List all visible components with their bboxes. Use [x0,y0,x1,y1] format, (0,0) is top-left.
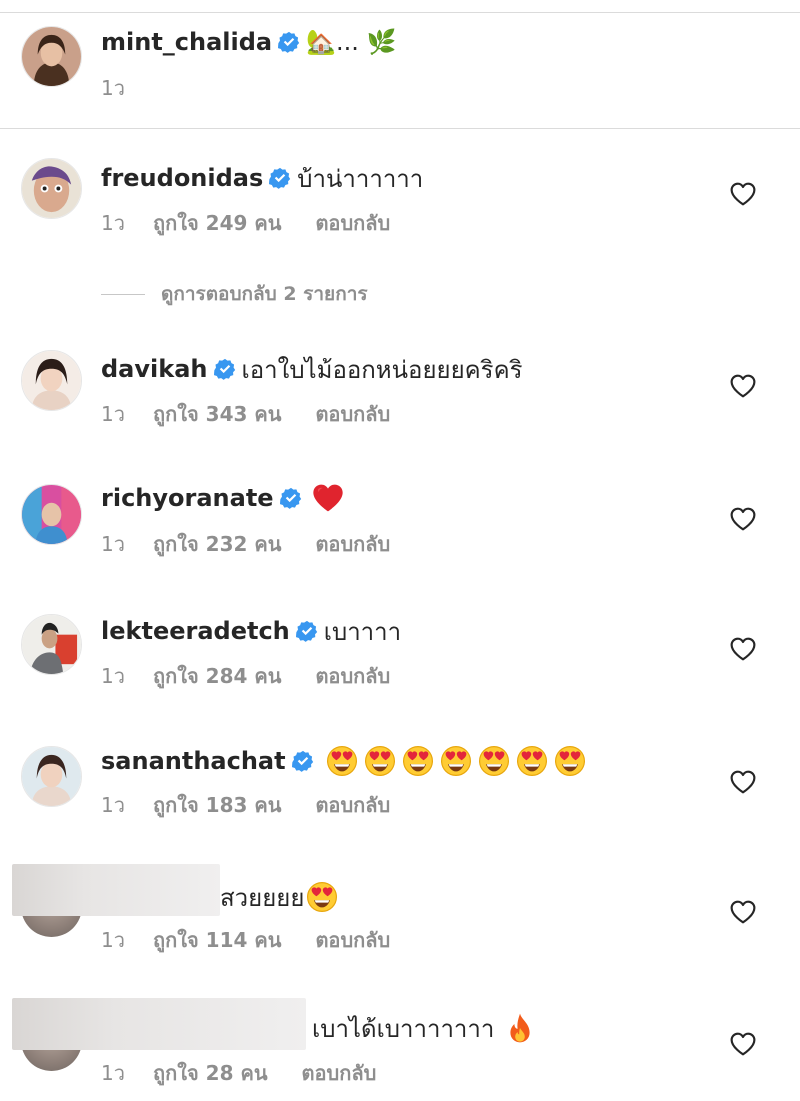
caption-meta: 1ว [101,74,153,102]
heart-outline-icon[interactable] [730,507,756,531]
comment-meta: 1ว ถูกใจ 183 คน ตอบกลับ [101,791,390,819]
blurred-username [12,864,220,916]
caption-time: 1ว [101,76,125,100]
avatar-lekteeradetch[interactable] [21,614,82,675]
comment-text: บ้าน่าาาาาา [297,164,424,193]
heart-eyes-emoji-icon [402,745,434,777]
heart-eyes-emoji-icon [306,881,338,913]
reply-button[interactable]: ตอบกลับ [315,528,390,560]
verified-badge-icon [296,620,318,642]
comment-line: richyoranate [101,478,344,518]
view-replies-button[interactable]: ดูการตอบกลับ 2 รายการ [101,282,368,306]
comment-time: 1ว [101,402,125,426]
reply-button[interactable]: ตอบกลับ [315,789,390,821]
heart-eyes-emoji-icon [440,745,472,777]
comment-meta: 1ว ถูกใจ 232 คน ตอบกลับ [101,530,390,558]
caption-line: mint_chalida 🏡... 🌿 [101,22,396,62]
comment-line: สวยยยย [220,877,338,917]
comment-line: freudonidas บ้าน่าาาาาา [101,158,423,198]
fire-icon [506,1012,534,1044]
verified-badge-icon [214,358,236,380]
avatar-mint-chalida[interactable] [21,26,82,87]
verified-badge-icon [280,487,302,509]
comment-likes[interactable]: ถูกใจ 183 คน [153,789,281,821]
heart-outline-icon[interactable] [730,637,756,661]
comment-text: สวยยยย [220,883,305,912]
heart-eyes-emoji-icon [554,745,586,777]
caption-divider [0,128,800,129]
heart-eyes-emoji-icon [326,745,358,777]
comment-likes[interactable]: ถูกใจ 114 คน [153,924,281,956]
heart-eyes-emoji-icon [478,745,510,777]
verified-badge-icon [278,31,300,53]
comment-line: sananthachat [101,741,586,781]
comment-meta: 1ว ถูกใจ 114 คน ตอบกลับ [101,926,390,954]
comment-line: davikah เอาใบไม้ออกหน่อยยยคริคริ [101,349,523,389]
reply-button[interactable]: ตอบกลับ [302,1057,377,1089]
comment-likes[interactable]: ถูกใจ 232 คน [153,528,281,560]
comment-time: 1ว [101,664,125,688]
reply-button[interactable]: ตอบกลับ [315,924,390,956]
comment-likes[interactable]: ถูกใจ 28 คน [153,1057,268,1089]
comment-likes[interactable]: ถูกใจ 284 คน [153,660,281,692]
comment-meta: 1ว ถูกใจ 28 คน ตอบกลับ [101,1059,376,1087]
comment-username[interactable]: sananthachat [101,747,286,775]
comment-username[interactable]: lekteeradetch [101,617,290,645]
avatar-richyoranate[interactable] [21,484,82,545]
verified-badge-icon [292,750,314,772]
verified-badge-icon [269,167,291,189]
comment-meta: 1ว ถูกใจ 284 คน ตอบกลับ [101,662,390,690]
comment-username[interactable]: freudonidas [101,164,263,192]
heart-eyes-emoji-icon [364,745,396,777]
heart-outline-icon[interactable] [730,770,756,794]
comment-username[interactable]: richyoranate [101,484,274,512]
comment-line: เบาได้เบาาาาาาา [312,1008,534,1048]
comment-meta: 1ว ถูกใจ 249 คน ตอบกลับ [101,209,390,237]
comment-time: 1ว [101,1061,125,1085]
comment-username[interactable]: davikah [101,355,208,383]
comment-text: เบาได้เบาาาาาาา [312,1014,495,1043]
blurred-username [12,998,306,1050]
caption-username[interactable]: mint_chalida [101,28,272,56]
caption-text: 🏡... 🌿 [306,28,397,56]
reply-button[interactable]: ตอบกลับ [315,660,390,692]
comment-text: เบาาาา [323,617,402,646]
view-replies-label: ดูการตอบกลับ 2 รายการ [161,283,368,305]
comment-line: lekteeradetch เบาาาา [101,611,401,651]
avatar-davikah[interactable] [21,350,82,411]
heart-outline-icon[interactable] [730,900,756,924]
comment-time: 1ว [101,793,125,817]
replies-dash [101,293,145,295]
avatar-freudonidas[interactable] [21,158,82,219]
heart-eyes-emoji-icon [516,745,548,777]
avatar-sananthachat[interactable] [21,746,82,807]
reply-button[interactable]: ตอบกลับ [315,207,390,239]
red-heart-icon [312,483,344,513]
reply-button[interactable]: ตอบกลับ [315,398,390,430]
comment-likes[interactable]: ถูกใจ 343 คน [153,398,281,430]
comment-text: เอาใบไม้ออกหน่อยยยคริคริ [241,355,523,384]
heart-outline-icon[interactable] [730,374,756,398]
comment-time: 1ว [101,211,125,235]
comment-time: 1ว [101,928,125,952]
comment-likes[interactable]: ถูกใจ 249 คน [153,207,281,239]
top-divider [0,12,800,13]
comment-meta: 1ว ถูกใจ 343 คน ตอบกลับ [101,400,390,428]
heart-outline-icon[interactable] [730,1032,756,1056]
heart-outline-icon[interactable] [730,182,756,206]
comment-time: 1ว [101,532,125,556]
